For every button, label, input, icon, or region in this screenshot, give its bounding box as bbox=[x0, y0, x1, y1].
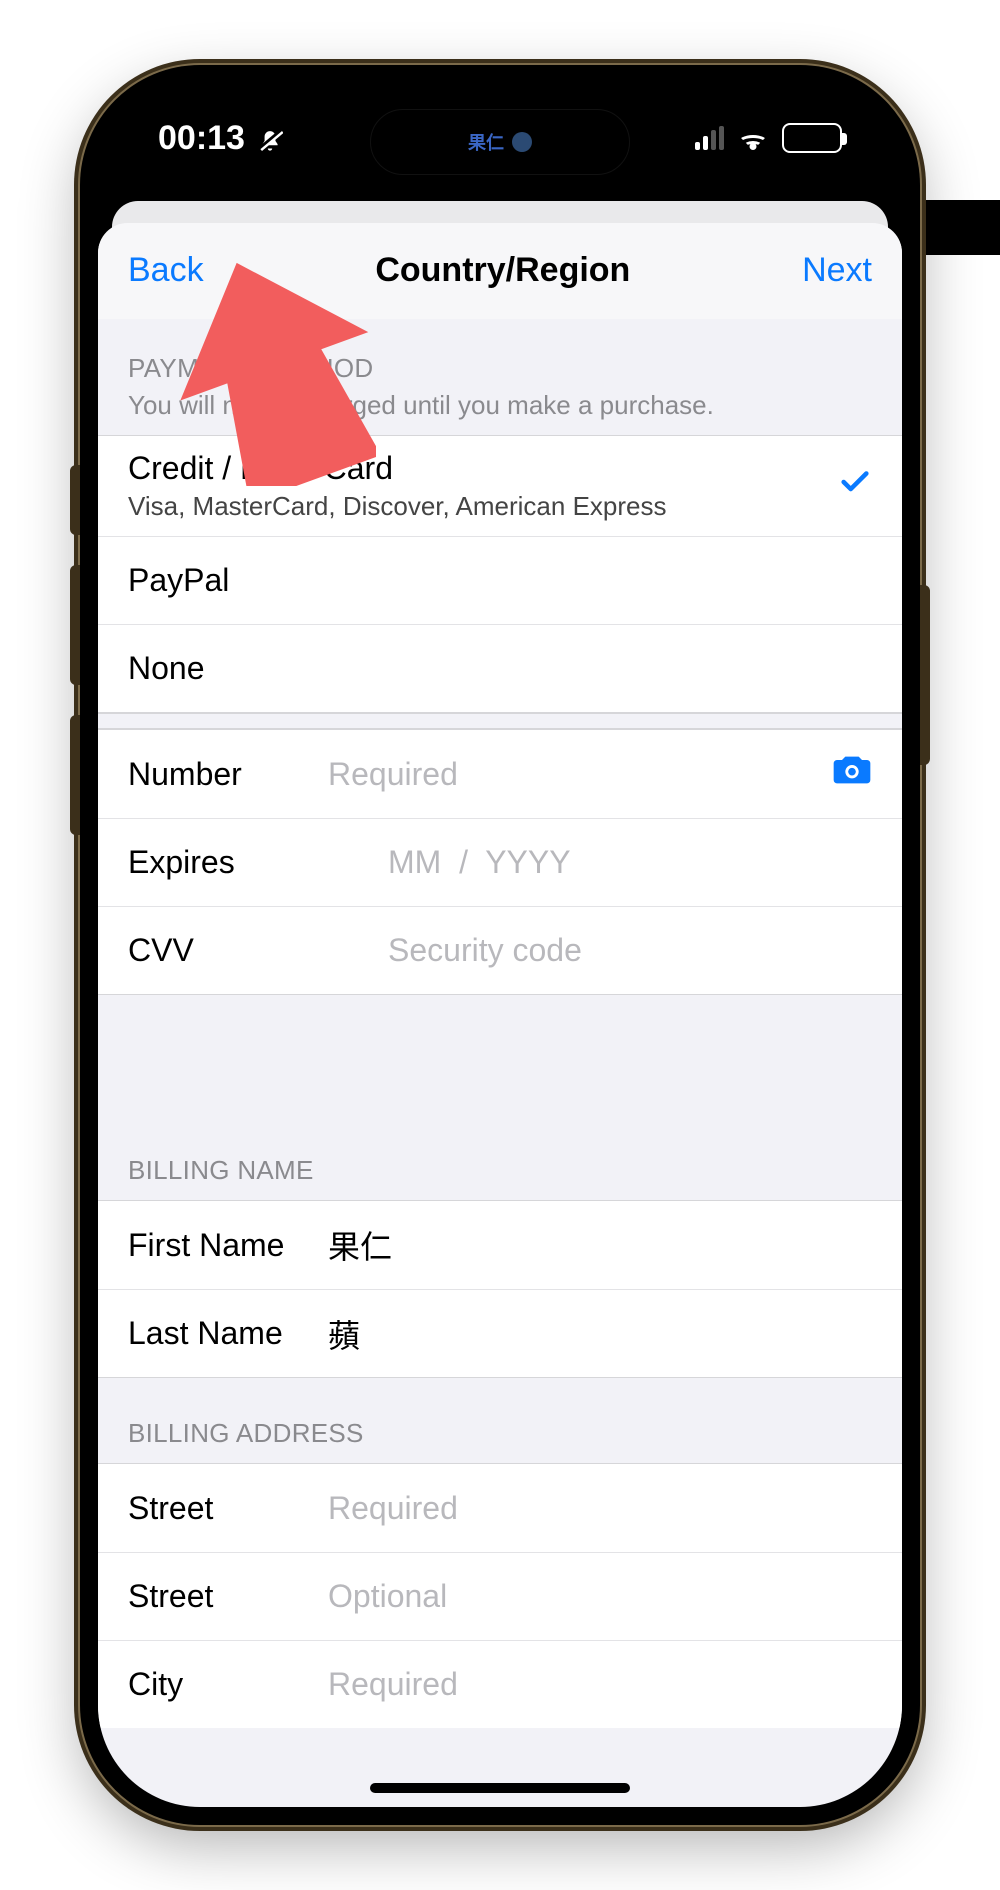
billing-name-group: First Name Last Name bbox=[98, 1200, 902, 1378]
first-name-input[interactable] bbox=[328, 1227, 872, 1264]
card-cvv-input[interactable] bbox=[388, 932, 872, 969]
card-cvv-label: CVV bbox=[128, 932, 388, 969]
dynamic-island: 果仁 bbox=[370, 109, 630, 175]
payment-option-card[interactable]: Credit / Debit Card Visa, MasterCard, Di… bbox=[98, 436, 902, 536]
city-input[interactable] bbox=[328, 1666, 872, 1703]
cellular-signal-icon bbox=[695, 126, 724, 150]
home-indicator[interactable] bbox=[370, 1783, 630, 1793]
card-expires-input[interactable] bbox=[388, 844, 872, 881]
billing-address-group: Street Street City bbox=[98, 1463, 902, 1728]
payment-option-paypal-label: PayPal bbox=[128, 562, 229, 599]
silent-mode-icon bbox=[257, 125, 283, 151]
next-button[interactable]: Next bbox=[802, 251, 872, 290]
payment-method-subtitle: You will not be charged until you make a… bbox=[128, 390, 872, 421]
payment-method-header: PAYMENT METHOD You will not be charged u… bbox=[98, 319, 902, 435]
card-number-input[interactable] bbox=[328, 756, 832, 793]
battery-icon: 48 bbox=[782, 123, 842, 153]
street1-input[interactable] bbox=[328, 1490, 872, 1527]
billing-name-header: BILLING NAME bbox=[98, 1115, 902, 1200]
phone-screen: 00:13 果仁 48 Back bbox=[98, 83, 902, 1807]
payment-option-none-label: None bbox=[128, 650, 205, 687]
payment-option-card-sub: Visa, MasterCard, Discover, American Exp… bbox=[128, 491, 666, 522]
island-text: 果仁 bbox=[468, 129, 504, 155]
last-name-row[interactable]: Last Name bbox=[98, 1289, 902, 1377]
city-label: City bbox=[128, 1666, 328, 1703]
page-title: Country/Region bbox=[375, 251, 630, 290]
payment-options-group: Credit / Debit Card Visa, MasterCard, Di… bbox=[98, 435, 902, 713]
card-number-row[interactable]: Number bbox=[98, 730, 902, 818]
card-details-group: Number Expires CVV bbox=[98, 729, 902, 995]
camera-icon[interactable] bbox=[832, 753, 872, 795]
first-name-row[interactable]: First Name bbox=[98, 1201, 902, 1289]
card-cvv-row[interactable]: CVV bbox=[98, 906, 902, 994]
back-button[interactable]: Back bbox=[128, 251, 204, 290]
phone-frame: 00:13 果仁 48 Back bbox=[80, 65, 920, 1825]
billing-address-header: BILLING ADDRESS bbox=[98, 1378, 902, 1463]
status-bar: 00:13 果仁 48 bbox=[98, 83, 902, 193]
last-name-label: Last Name bbox=[128, 1315, 328, 1352]
first-name-label: First Name bbox=[128, 1227, 328, 1264]
island-avatar-icon bbox=[512, 132, 532, 152]
street1-row[interactable]: Street bbox=[98, 1464, 902, 1552]
checkmark-icon bbox=[838, 465, 872, 507]
wifi-icon bbox=[738, 126, 768, 150]
payment-option-card-label: Credit / Debit Card bbox=[128, 450, 666, 487]
card-expires-label: Expires bbox=[128, 844, 388, 881]
card-number-label: Number bbox=[128, 756, 328, 793]
street1-label: Street bbox=[128, 1490, 328, 1527]
payment-method-title: PAYMENT METHOD bbox=[128, 353, 373, 383]
street2-label: Street bbox=[128, 1578, 328, 1615]
street2-input[interactable] bbox=[328, 1578, 872, 1615]
status-time: 00:13 bbox=[158, 119, 245, 158]
nav-bar: Back Country/Region Next bbox=[98, 223, 902, 319]
modal-sheet: Back Country/Region Next PAYMENT METHOD … bbox=[98, 223, 902, 1807]
payment-option-paypal[interactable]: PayPal bbox=[98, 536, 902, 624]
street2-row[interactable]: Street bbox=[98, 1552, 902, 1640]
last-name-input[interactable] bbox=[328, 1315, 872, 1352]
payment-option-none[interactable]: None bbox=[98, 624, 902, 712]
city-row[interactable]: City bbox=[98, 1640, 902, 1728]
card-expires-row[interactable]: Expires bbox=[98, 818, 902, 906]
